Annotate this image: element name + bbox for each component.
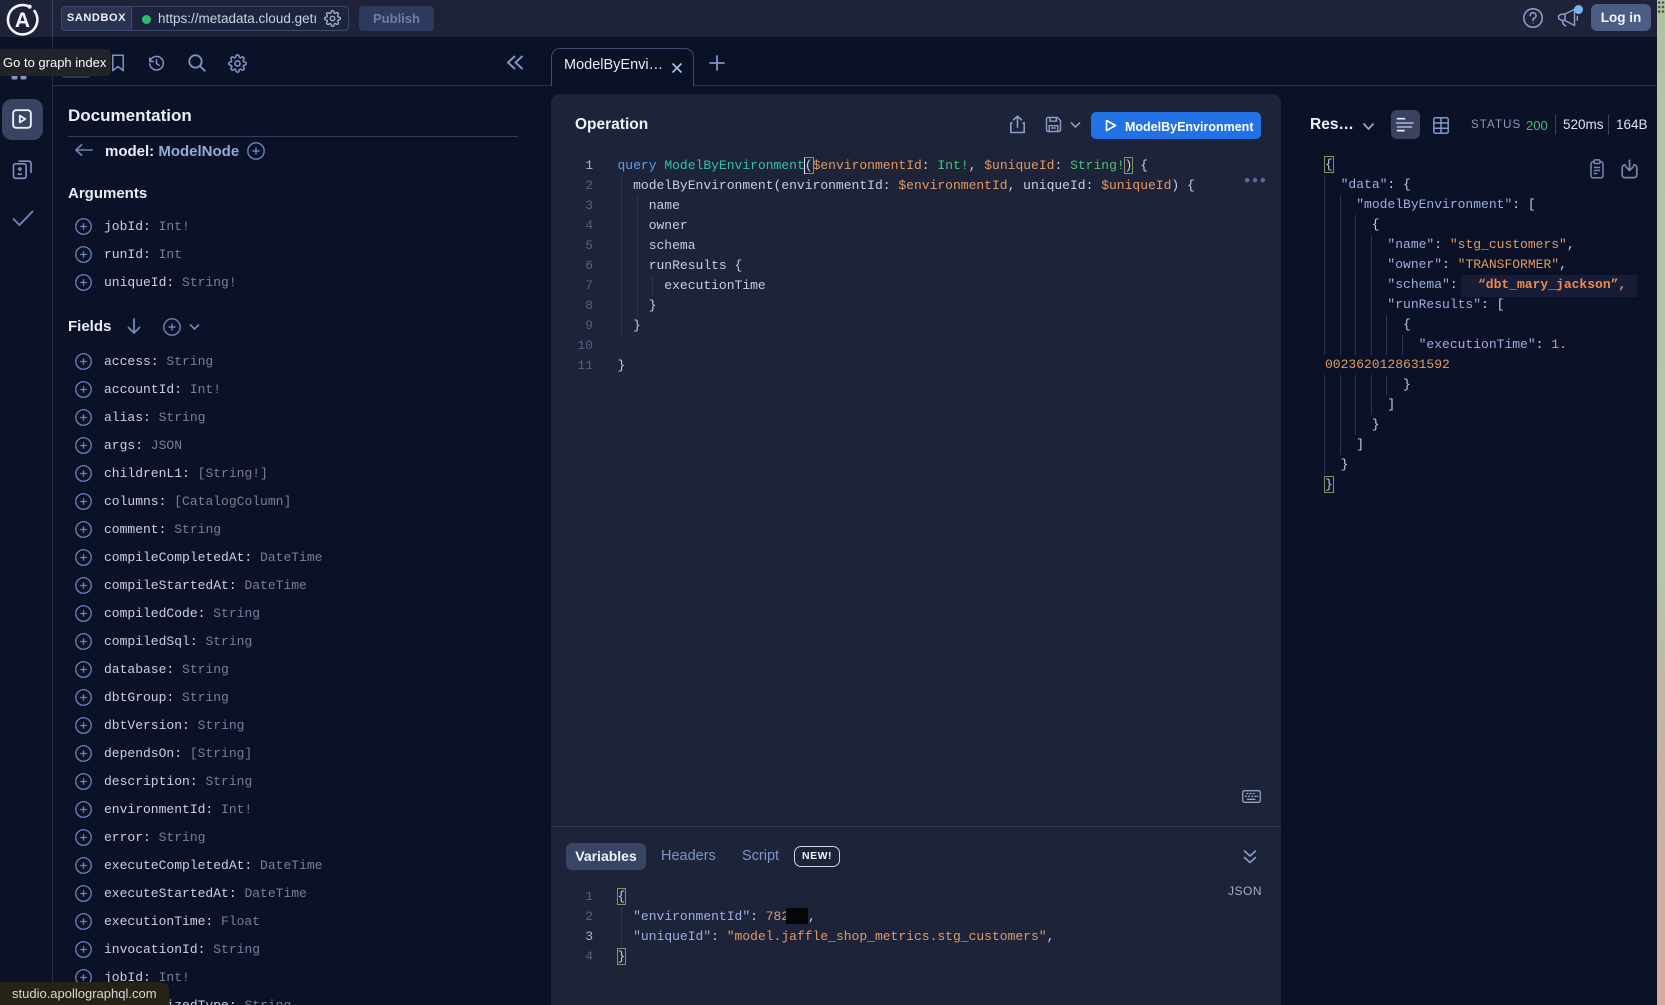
svg-text:A: A	[15, 9, 30, 32]
